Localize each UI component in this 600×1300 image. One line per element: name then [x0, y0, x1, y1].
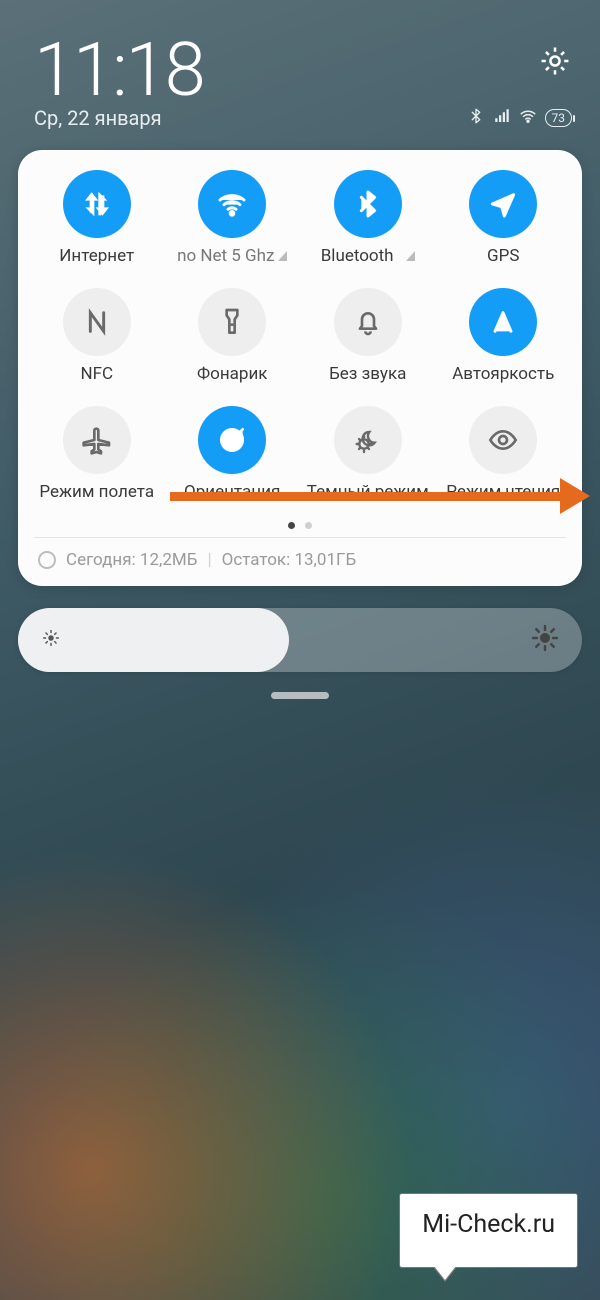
tile-label: Режим чтения	[446, 482, 560, 502]
bluetooth-icon	[334, 170, 402, 238]
tile-mute[interactable]: Без звука	[303, 288, 433, 384]
bell-icon	[334, 288, 402, 356]
tile-label: Bluetooth	[321, 246, 415, 266]
wifi-icon	[198, 170, 266, 238]
chevron-down-icon	[406, 251, 415, 261]
usage-today: Сегодня: 12,2МБ	[66, 550, 197, 570]
tile-flashlight[interactable]: Фонарик	[168, 288, 298, 384]
status-bar-icons: 73	[467, 107, 573, 129]
separator: |	[207, 550, 211, 570]
usage-remaining: Остаток: 13,01ГБ	[222, 550, 357, 570]
tile-wifi[interactable]: no Net 5 Ghz	[168, 170, 298, 266]
clock-time: 11:18	[34, 34, 204, 108]
tile-internet[interactable]: Интернет	[32, 170, 162, 266]
tile-label: no Net 5 Ghz	[177, 246, 287, 266]
nav-arrow-icon	[469, 170, 537, 238]
quick-settings-panel: Интернет no Net 5 Ghz Bluetooth	[18, 150, 582, 586]
airplane-icon	[63, 406, 131, 474]
tile-auto-brightness[interactable]: Автояркость	[439, 288, 569, 384]
date-label: Ср, 22 января	[34, 106, 162, 130]
brightness-high-icon	[530, 623, 560, 657]
tile-reading-mode[interactable]: Режим чтения	[439, 406, 569, 502]
tile-orientation[interactable]: Ориентация	[168, 406, 298, 502]
tile-nfc[interactable]: NFC	[32, 288, 162, 384]
tile-label: Темный режим	[307, 482, 429, 502]
dot-active	[288, 522, 295, 529]
dot	[305, 522, 312, 529]
tile-label: Фонарик	[197, 364, 267, 384]
tile-gps[interactable]: GPS	[439, 170, 569, 266]
tile-bluetooth[interactable]: Bluetooth	[303, 170, 433, 266]
data-arrows-icon	[63, 170, 131, 238]
tile-label: GPS	[487, 246, 519, 266]
tile-label: Без звука	[329, 364, 406, 384]
usage-circle-icon	[38, 551, 56, 569]
letter-a-icon	[469, 288, 537, 356]
chevron-down-icon	[278, 251, 287, 261]
notification-header: 11:18 Ср, 22 января 73	[0, 0, 600, 138]
tiles-grid: Интернет no Net 5 Ghz Bluetooth	[32, 170, 568, 502]
tile-label: NFC	[80, 364, 113, 384]
data-usage-row[interactable]: Сегодня: 12,2МБ | Остаток: 13,01ГБ	[32, 538, 568, 576]
watermark-bubble: Mi-Check.ru	[399, 1193, 578, 1268]
dark-mode-icon	[334, 406, 402, 474]
brightness-slider[interactable]	[18, 608, 582, 672]
cellular-signal-icon	[493, 107, 511, 129]
battery-indicator: 73	[545, 109, 573, 127]
tile-label: Режим полета	[39, 482, 154, 502]
rotation-lock-icon	[198, 406, 266, 474]
wifi-status-icon	[519, 107, 537, 129]
bluetooth-status-icon	[467, 107, 485, 129]
flashlight-icon	[198, 288, 266, 356]
drag-handle[interactable]	[271, 692, 329, 699]
tile-label: Автояркость	[452, 364, 554, 384]
tile-label: Интернет	[59, 246, 134, 266]
nfc-icon	[63, 288, 131, 356]
tile-label: Ориентация	[184, 482, 280, 502]
page-indicator	[32, 522, 568, 529]
gear-icon[interactable]	[538, 44, 572, 78]
tile-dark-mode[interactable]: Темный режим	[303, 406, 433, 502]
eye-icon	[469, 406, 537, 474]
tile-airplane[interactable]: Режим полета	[32, 406, 162, 502]
